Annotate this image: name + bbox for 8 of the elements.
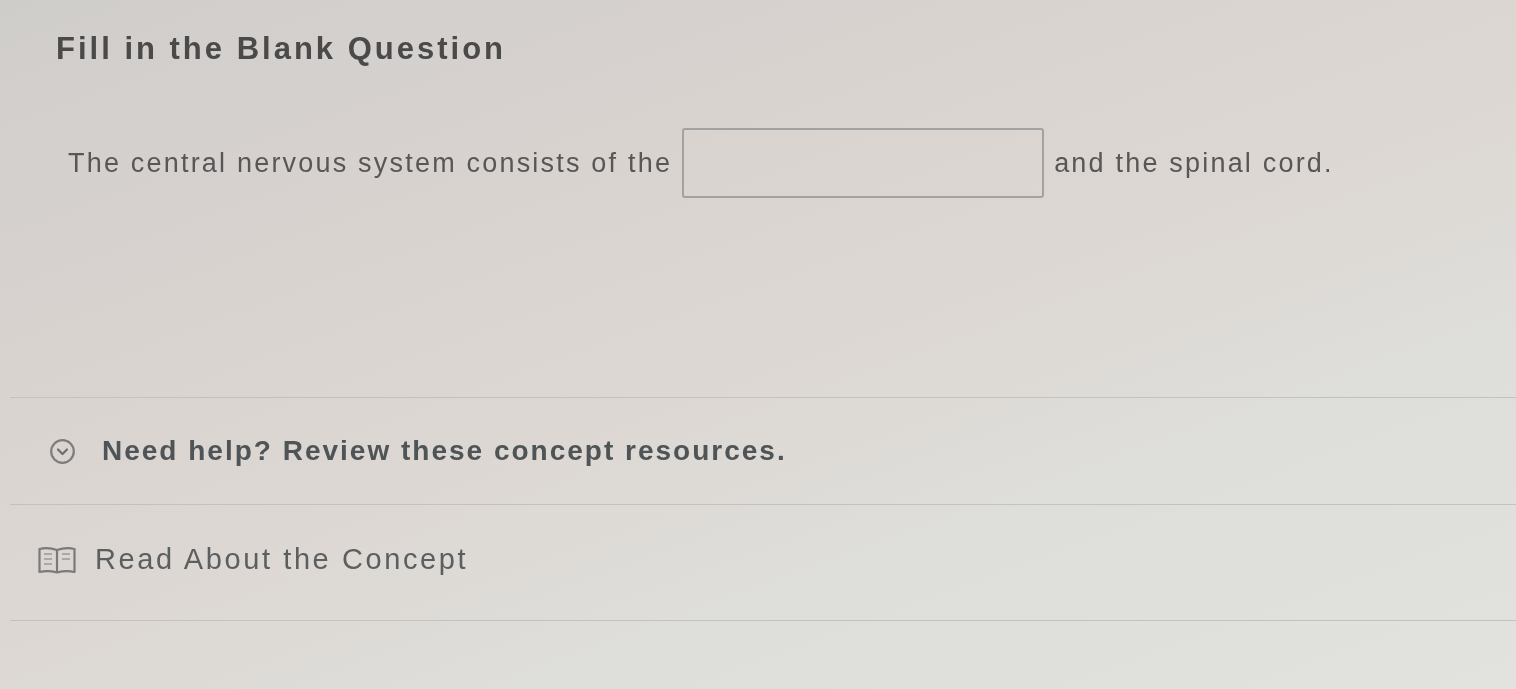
question-text: and the spinal cord. — [1054, 146, 1334, 180]
help-toggle[interactable]: Need help? Review these concept resources. — [50, 430, 787, 472]
question-text: The central nervous system consists of the — [68, 146, 673, 180]
book-icon — [38, 545, 76, 574]
resource-link[interactable]: Read About the Concept — [38, 537, 469, 582]
chevron-icon — [50, 438, 75, 464]
answer-box[interactable] — [682, 128, 1045, 198]
question-title: Fill in the Blank Question — [56, 30, 508, 68]
